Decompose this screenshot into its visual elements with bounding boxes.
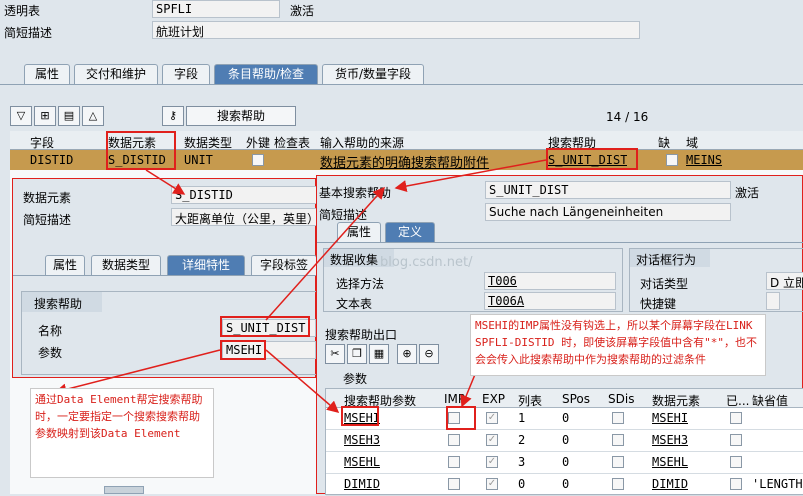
watermark: blog.csdn.net/	[380, 255, 473, 270]
scroll-arrows[interactable]	[104, 486, 144, 494]
arrow-sh-to-popup	[394, 159, 547, 192]
note-right: MSEHI的IMP属性没有钩选上，所以某个屏幕字段在LINK SPFLI-DIS…	[470, 314, 766, 376]
arrow-note-to-imp	[460, 371, 477, 408]
arrow-de-to-popup	[145, 169, 186, 195]
note-left: 通过Data Element帮定搜索帮助时，一定要指定一个搜索搜索帮助参数映射到…	[30, 388, 214, 478]
arrow-name-to-sh	[265, 186, 385, 321]
arrow-param-to-note	[54, 349, 221, 396]
arrow-param-to-msehi	[265, 349, 340, 413]
